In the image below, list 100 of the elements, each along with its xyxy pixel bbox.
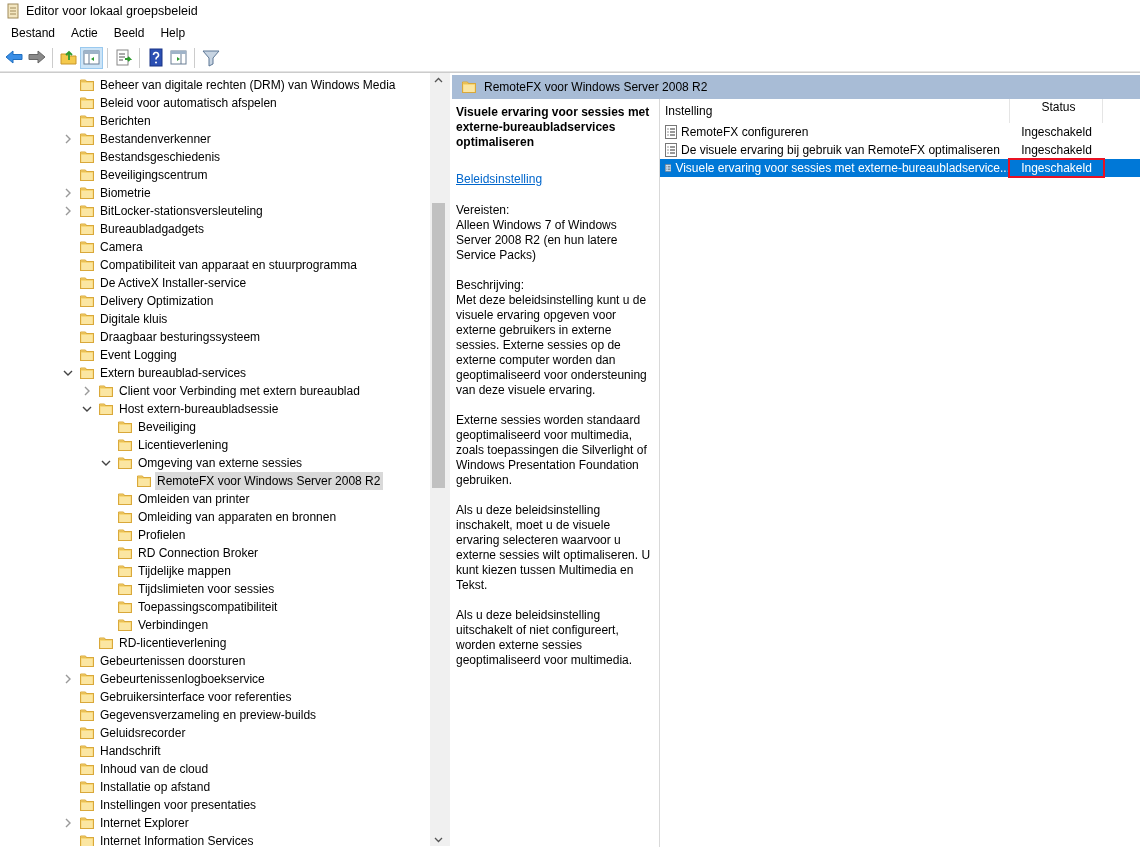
- tree-item[interactable]: RemoteFX voor Windows Server 2008 R2: [155, 472, 384, 490]
- tree-item[interactable]: Host extern-bureaubladsessie: [119, 400, 282, 418]
- folder-icon: [80, 277, 94, 289]
- list-row[interactable]: De visuele ervaring bij gebruik van RemoteFX optimaliseren Ingeschakeld: [660, 141, 1140, 159]
- list-row[interactable]: RemoteFX configureren Ingeschakeld: [660, 123, 1140, 141]
- folder-icon: [80, 835, 94, 846]
- folder-icon: [80, 187, 94, 199]
- folder-icon: [99, 403, 113, 415]
- status-text: Ingeschakeld: [1010, 160, 1103, 176]
- folder-icon: [118, 511, 132, 523]
- tree-item[interactable]: Installatie op afstand: [100, 778, 214, 796]
- tree-item[interactable]: Omleiden van printer: [138, 490, 253, 508]
- tree-item[interactable]: RD Connection Broker: [138, 544, 262, 562]
- policy-setting-icon: [665, 143, 677, 157]
- folder-icon: [80, 781, 94, 793]
- folder-icon: [80, 691, 94, 703]
- menu-item[interactable]: Beeld: [105, 22, 153, 44]
- folder-icon: [80, 331, 94, 343]
- panel-toggle-button[interactable]: [80, 46, 103, 69]
- column-header[interactable]: Instelling: [660, 99, 1010, 123]
- scroll-up-icon[interactable]: [434, 77, 443, 83]
- tree-item[interactable]: Verbindingen: [138, 616, 212, 634]
- folder-icon: [118, 421, 132, 433]
- folder-icon: [80, 745, 94, 757]
- tree-item[interactable]: Omleiding van apparaten en bronnen: [138, 508, 340, 526]
- tree-item[interactable]: Biometrie: [100, 184, 154, 202]
- folder-icon: [99, 637, 113, 649]
- folder-icon: [118, 565, 132, 577]
- tree-item[interactable]: Bestandenverkenner: [100, 130, 214, 148]
- tree-item[interactable]: Delivery Optimization: [100, 292, 217, 310]
- folder-icon: [80, 655, 94, 667]
- tree-item[interactable]: Inhoud van de cloud: [100, 760, 212, 778]
- status-text: Ingeschakeld: [1020, 124, 1093, 140]
- folder-icon: [99, 385, 113, 397]
- tree-item[interactable]: Camera: [100, 238, 146, 256]
- tree-item[interactable]: Internet Explorer: [100, 814, 192, 832]
- tree-item[interactable]: De ActiveX Installer-service: [100, 274, 250, 292]
- tree-item[interactable]: Gegevensverzameling en preview-builds: [100, 706, 320, 724]
- folder-icon: [118, 583, 132, 595]
- tree-item[interactable]: Beveiligingscentrum: [100, 166, 211, 184]
- tree-item[interactable]: Gebruikersinterface voor referenties: [100, 688, 295, 706]
- tree-item[interactable]: Toepassingscompatibiliteit: [138, 598, 281, 616]
- policy-setting-icon: [665, 125, 677, 139]
- description-text: Als u deze beleidsinstelling uitschakelt of niet configureert, worden externe sessies geoptimaliseerd voor multimedia.: [456, 608, 634, 668]
- tree-item[interactable]: Beheer van digitale rechten (DRM) van Windows Media: [100, 76, 399, 94]
- tree-item[interactable]: Berichten: [100, 112, 154, 130]
- tree-item[interactable]: Licentieverlening: [138, 436, 232, 454]
- tree-item[interactable]: Draagbaar besturingssysteem: [100, 328, 264, 346]
- folder-icon: [80, 241, 94, 253]
- tree-item[interactable]: Extern bureaublad-services: [100, 364, 250, 382]
- folder-icon: [80, 115, 94, 127]
- tree-item[interactable]: Omgeving van externe sessies: [138, 454, 306, 472]
- tree-item[interactable]: BitLocker-stationsversleuteling: [100, 202, 266, 220]
- column-header[interactable]: Status: [1010, 99, 1103, 123]
- tree-item[interactable]: Digitale kluis: [100, 310, 171, 328]
- tree-item[interactable]: Gebeurtenissen doorsturen: [100, 652, 249, 670]
- folder-icon: [80, 259, 94, 271]
- tree-item[interactable]: Beleid voor automatisch afspelen: [100, 94, 280, 112]
- folder-icon: [118, 547, 132, 559]
- tree-item[interactable]: RD-licentieverlening: [119, 634, 230, 652]
- menu-item[interactable]: Help: [152, 22, 194, 44]
- folder-icon: [118, 439, 132, 451]
- tree-item[interactable]: Handschrift: [100, 742, 164, 760]
- folder-icon: [80, 313, 94, 325]
- folder-icon: [80, 349, 94, 361]
- tree-item[interactable]: Bestandsgeschiedenis: [100, 148, 224, 166]
- menu-item[interactable]: Bestand: [3, 22, 64, 44]
- tree-item[interactable]: Bureaubladgadgets: [100, 220, 208, 238]
- tree-item[interactable]: Compatibiliteit van apparaat en stuurprogramma: [100, 256, 360, 274]
- folder-icon: [80, 763, 94, 775]
- tree-item[interactable]: Client voor Verbinding met extern bureaublad: [119, 382, 363, 400]
- tree-item[interactable]: Gebeurtenissenlogboekservice: [100, 670, 268, 688]
- tree-item[interactable]: Tijdelijke mappen: [138, 562, 234, 580]
- menu-item[interactable]: Actie: [63, 22, 106, 44]
- folder-icon: [80, 673, 94, 685]
- description-text: Beschrijving: Met deze beleidsinstelling kunt u de visuele ervaring opgeven voor externe gebruikers in externe sessies. Externe sessies op de externe computer worden dan geoptimaliseerd voor ondersteuning van deze visuele ervaring.: [456, 278, 648, 398]
- policy-link[interactable]: Beleidsinstelling: [456, 170, 543, 188]
- tree-item[interactable]: Profielen: [138, 526, 189, 544]
- setting-name: De visuele ervaring bij gebruik van RemoteFX optimaliseren: [681, 142, 1000, 159]
- app-icon: [6, 3, 20, 19]
- pane-title: RemoteFX voor Windows Server 2008 R2: [484, 79, 708, 96]
- folder-icon: [80, 205, 94, 217]
- folder-icon: [80, 367, 94, 379]
- tree-item[interactable]: Internet Information Services: [100, 832, 257, 846]
- folder-icon: [80, 169, 94, 181]
- tree-item[interactable]: Instellingen voor presentaties: [100, 796, 260, 814]
- folder-icon: [80, 79, 94, 91]
- folder-icon: [118, 601, 132, 613]
- scroll-down-icon[interactable]: [434, 837, 443, 843]
- tree-item[interactable]: Beveiliging: [138, 418, 200, 436]
- description-text: Als u deze beleidsinstelling inschakelt, moet u de visuele ervaring selecteren waarvoor u externe sessies wilt optimaliseren. U kunt kiezen tussen Multimedia en Tekst.: [456, 503, 652, 593]
- tree-item[interactable]: Event Logging: [100, 346, 180, 364]
- folder-icon: [118, 493, 132, 505]
- folder-icon: [137, 475, 151, 487]
- folder-icon: [80, 817, 94, 829]
- folder-icon: [80, 295, 94, 307]
- list-row[interactable]: Visuele ervaring voor sessies met externe-bureaubladservice... Ingeschakeld: [660, 159, 1140, 177]
- tree-item[interactable]: Tijdslimieten voor sessies: [138, 580, 278, 598]
- folder-icon: [80, 97, 94, 109]
- tree-item[interactable]: Geluidsrecorder: [100, 724, 189, 742]
